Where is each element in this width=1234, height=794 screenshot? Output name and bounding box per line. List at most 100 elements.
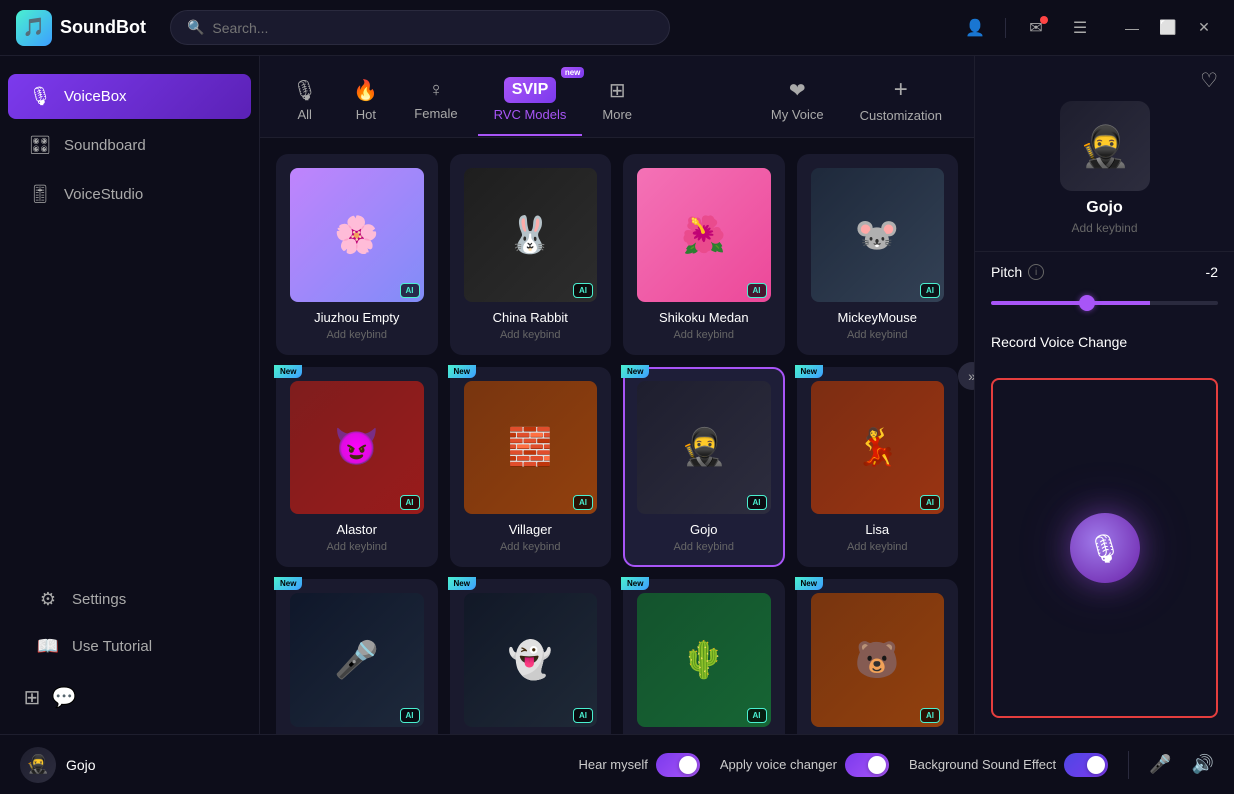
voice-card-jiuzhou[interactable]: 🌸 AI Jiuzhou Empty Add keybind	[276, 154, 438, 355]
voice-name: Gojo	[637, 522, 771, 537]
hear-myself-toggle[interactable]	[656, 753, 700, 777]
voice-card-gojo[interactable]: New 🥷 AI Gojo Add keybind	[623, 367, 785, 568]
voice-card-lisa[interactable]: New 💃 AI Lisa Add keybind	[797, 367, 959, 568]
speaker-icon[interactable]: 🔊	[1192, 754, 1214, 775]
all-icon: 🎙	[292, 78, 317, 103]
voice-grid-container: 🌸 AI Jiuzhou Empty Add keybind 🐰 AI Chin…	[260, 138, 974, 734]
voice-name: Villager	[464, 522, 598, 537]
sidebar-item-label: Soundboard	[64, 137, 146, 154]
mail-icon[interactable]: ✉	[1022, 14, 1050, 42]
user-icon[interactable]: 👤	[961, 14, 989, 42]
tab-female[interactable]: ♀ Female	[398, 71, 473, 135]
mail-badge	[1040, 16, 1048, 24]
app-logo: 🎵 SoundBot	[16, 10, 146, 46]
voice-card-ghostface[interactable]: New 👻 AI Ghostface Add keybind	[450, 579, 612, 734]
mic-button[interactable]: 🎙	[1070, 513, 1140, 583]
search-bar[interactable]: 🔍	[170, 10, 670, 45]
apply-voice-label: Apply voice changer	[720, 757, 837, 772]
bottom-username: Gojo	[66, 757, 96, 773]
hear-myself-control: Hear myself	[579, 753, 700, 777]
main-layout: 🎙 VoiceBox 🎛 Soundboard 🎚 VoiceStudio ⚙ …	[0, 56, 1234, 734]
new-badge: New	[448, 365, 476, 378]
voice-card-mickey[interactable]: 🐭 AI MickeyMouse Add keybind	[797, 154, 959, 355]
sidebar-bottom: ⚙ Settings 📖 Use Tutorial ⊞ 💬	[0, 575, 259, 718]
ai-badge: AI	[400, 495, 420, 510]
close-button[interactable]: ✕	[1190, 14, 1218, 42]
pitch-info-icon[interactable]: i	[1028, 264, 1044, 280]
sidebar-item-tutorial[interactable]: 📖 Use Tutorial	[16, 624, 243, 669]
voice-keybind: Add keybind	[637, 541, 771, 553]
sidebar-item-voicebox[interactable]: 🎙 VoiceBox	[8, 74, 251, 119]
ai-badge: AI	[747, 708, 767, 723]
pitch-text: Pitch	[991, 264, 1022, 280]
toggle-thumb	[679, 756, 697, 774]
settings-icon: ⚙	[36, 589, 60, 610]
tab-rvc-label: RVC Models	[494, 107, 567, 122]
voice-card-image: 🐰 AI	[464, 168, 598, 302]
ai-badge: AI	[573, 283, 593, 298]
voice-card-shikoku[interactable]: 🌺 AI Shikoku Medan Add keybind	[623, 154, 785, 355]
voice-keybind: Add keybind	[464, 329, 598, 341]
next-page-button[interactable]: »	[958, 362, 974, 390]
tab-hot-label: Hot	[356, 107, 376, 122]
maximize-button[interactable]: ⬜	[1154, 14, 1182, 42]
voice-card-jungkook[interactable]: New 🎤 AI Jungkook Add keybind	[276, 579, 438, 734]
tab-rvc[interactable]: SVIPnew RVC Models	[478, 69, 583, 136]
voice-name: Lisa	[811, 522, 945, 537]
sidebar-item-label: Use Tutorial	[72, 638, 152, 655]
voice-grid: 🌸 AI Jiuzhou Empty Add keybind 🐰 AI Chin…	[276, 154, 958, 734]
pitch-label: Pitch i	[991, 264, 1044, 280]
minimize-button[interactable]: —	[1118, 14, 1146, 42]
voice-keybind: Add keybind	[290, 329, 424, 341]
ai-badge: AI	[400, 283, 420, 298]
voice-card-alastor[interactable]: New 😈 AI Alastor Add keybind	[276, 367, 438, 568]
sidebar-item-label: VoiceStudio	[64, 186, 143, 203]
tab-myvoice-label: My Voice	[771, 107, 824, 122]
sidebar-item-voicestudio[interactable]: 🎚 VoiceStudio	[8, 172, 251, 217]
tab-hot[interactable]: 🔥 Hot	[337, 70, 394, 136]
new-badge: New	[795, 365, 823, 378]
pitch-slider[interactable]	[991, 301, 1218, 305]
voice-card-china[interactable]: 🐰 AI China Rabbit Add keybind	[450, 154, 612, 355]
voice-keybind: Add keybind	[464, 541, 598, 553]
myvoice-icon: ❤	[789, 78, 806, 103]
voice-list-panel: 🎙 All 🔥 Hot ♀ Female SVIPnew RVC Models …	[260, 56, 974, 734]
tab-customization[interactable]: + Customization	[844, 68, 958, 137]
bottom-bar: 🥷 Gojo Hear myself Apply voice changer B…	[0, 734, 1234, 794]
voice-card-image: 💃 AI	[811, 381, 945, 515]
voice-card-image: 🐭 AI	[811, 168, 945, 302]
bg-sound-toggle[interactable]	[1064, 753, 1108, 777]
selected-keybind: Add keybind	[1071, 221, 1137, 235]
grid-icon[interactable]: ⊞	[20, 685, 44, 710]
sidebar-item-settings[interactable]: ⚙ Settings	[16, 577, 243, 622]
chat-icon[interactable]: 💬	[52, 685, 76, 710]
voice-card-image: 😈 AI	[290, 381, 424, 515]
more-icon: ⊞	[609, 78, 626, 103]
voice-card-villager[interactable]: New 🧱 AI Villager Add keybind	[450, 367, 612, 568]
selected-avatar: 🥷	[1060, 101, 1150, 191]
tab-all[interactable]: 🎙 All	[276, 70, 333, 136]
bottom-user: 🥷 Gojo	[20, 747, 96, 783]
record-label: Record Voice Change	[991, 334, 1218, 350]
voice-card-gnarpy[interactable]: New 🌵 AI Gnarpy Add keybind	[623, 579, 785, 734]
tab-female-label: Female	[414, 106, 457, 121]
favorite-button[interactable]: ♡	[1200, 68, 1218, 93]
ai-badge: AI	[573, 495, 593, 510]
tutorial-icon: 📖	[36, 636, 60, 657]
tab-myvoice[interactable]: ❤ My Voice	[755, 70, 840, 136]
voice-card-image: 🐻 AI	[811, 593, 945, 727]
voice-keybind: Add keybind	[811, 329, 945, 341]
search-input[interactable]	[212, 20, 653, 36]
microphone-icon[interactable]: 🎤	[1149, 754, 1171, 775]
window-controls: — ⬜ ✕	[1118, 14, 1218, 42]
apply-voice-toggle[interactable]	[845, 753, 889, 777]
voice-keybind: Add keybind	[290, 541, 424, 553]
sidebar-item-soundboard[interactable]: 🎛 Soundboard	[8, 123, 251, 168]
category-tabs: 🎙 All 🔥 Hot ♀ Female SVIPnew RVC Models …	[260, 56, 974, 138]
menu-icon[interactable]: ☰	[1066, 14, 1094, 42]
tab-more[interactable]: ⊞ More	[586, 70, 648, 136]
voice-card-image: 🧱 AI	[464, 381, 598, 515]
voicebox-icon: 🎙	[28, 86, 52, 107]
voice-card-freddy[interactable]: New 🐻 AI Freddy Fazbear Add keybind	[797, 579, 959, 734]
sidebar-item-label: Settings	[72, 591, 126, 608]
